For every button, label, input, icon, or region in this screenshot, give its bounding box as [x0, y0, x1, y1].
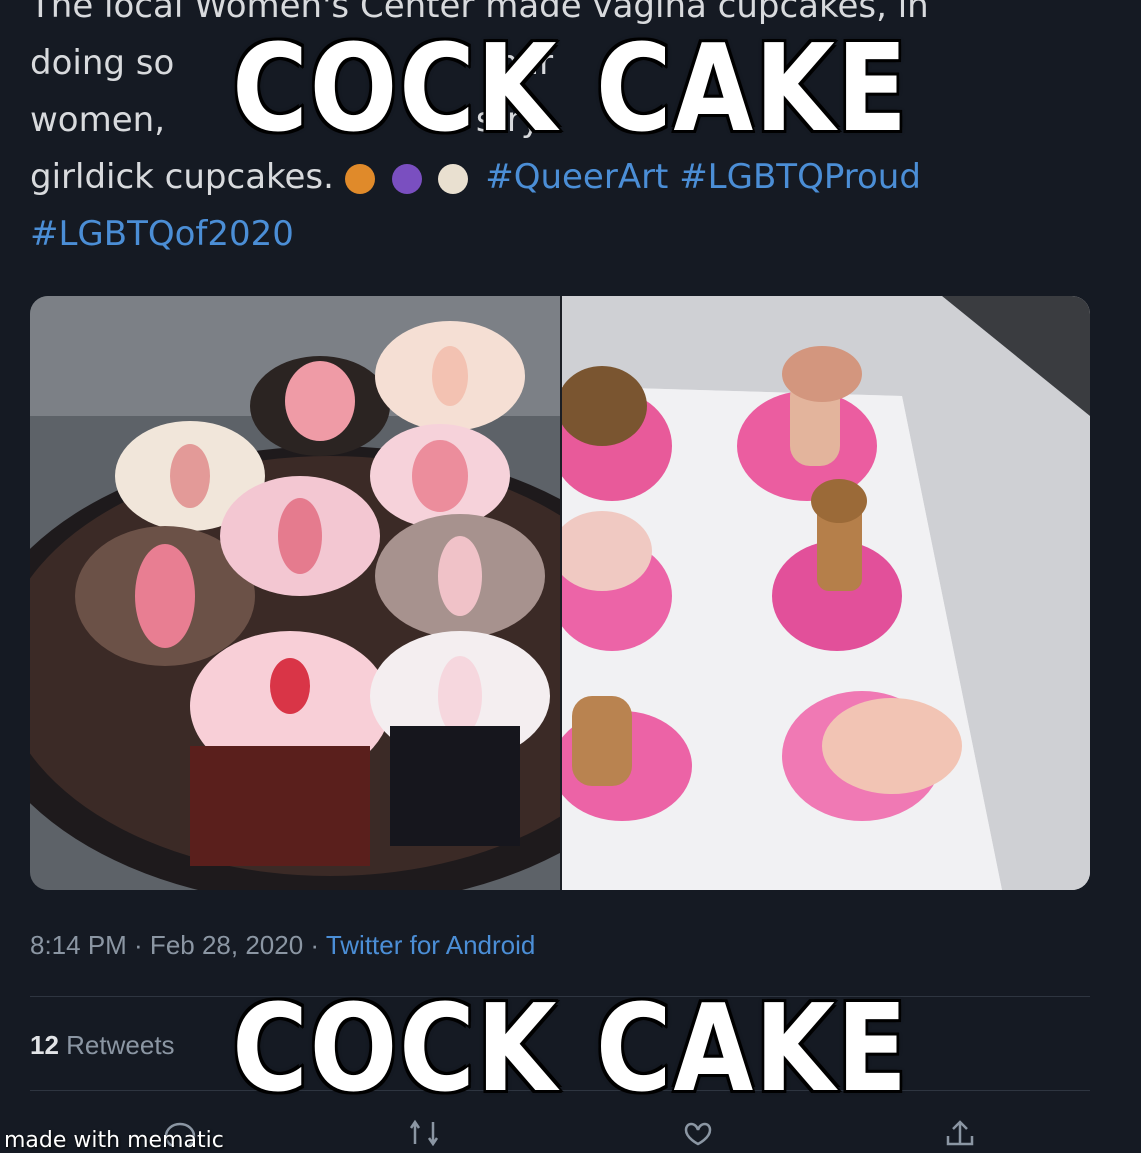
peach-emoji-icon	[344, 163, 375, 194]
tweet-line-4-start: girldick cupcakes.	[30, 157, 334, 197]
like-icon[interactable]	[678, 1116, 718, 1146]
share-icon[interactable]	[940, 1116, 980, 1146]
hashtag-lgbtqof2020[interactable]: #LGBTQof2020	[30, 206, 1120, 263]
tweet-media[interactable]	[30, 296, 1090, 890]
penis-cupcakes-photo[interactable]	[552, 296, 1090, 890]
tweet-time: 8:14 PM · Feb 28, 2020 ·	[30, 930, 326, 960]
penis-cupcakes-illustration	[552, 296, 1090, 890]
retweet-count: 12	[30, 1030, 59, 1060]
meme-top-caption: COCK CAKE	[230, 20, 909, 159]
cupcake-emoji-icon	[438, 163, 469, 194]
retweet-icon[interactable]	[405, 1116, 445, 1147]
vulva-cupcakes-photo[interactable]	[30, 296, 690, 890]
eggplant-emoji-icon	[391, 163, 422, 194]
meme-bottom-caption: COCK CAKE	[230, 980, 909, 1119]
vulva-cupcakes-illustration	[30, 296, 690, 890]
mematic-watermark: made with mematic	[4, 1128, 224, 1153]
tweet-timestamp: 8:14 PM · Feb 28, 2020 · Twitter for And…	[30, 930, 535, 961]
tweet-source-link[interactable]: Twitter for Android	[326, 930, 536, 960]
hashtag-queerart[interactable]: #QueerArt #LGBTQProud	[485, 157, 921, 197]
